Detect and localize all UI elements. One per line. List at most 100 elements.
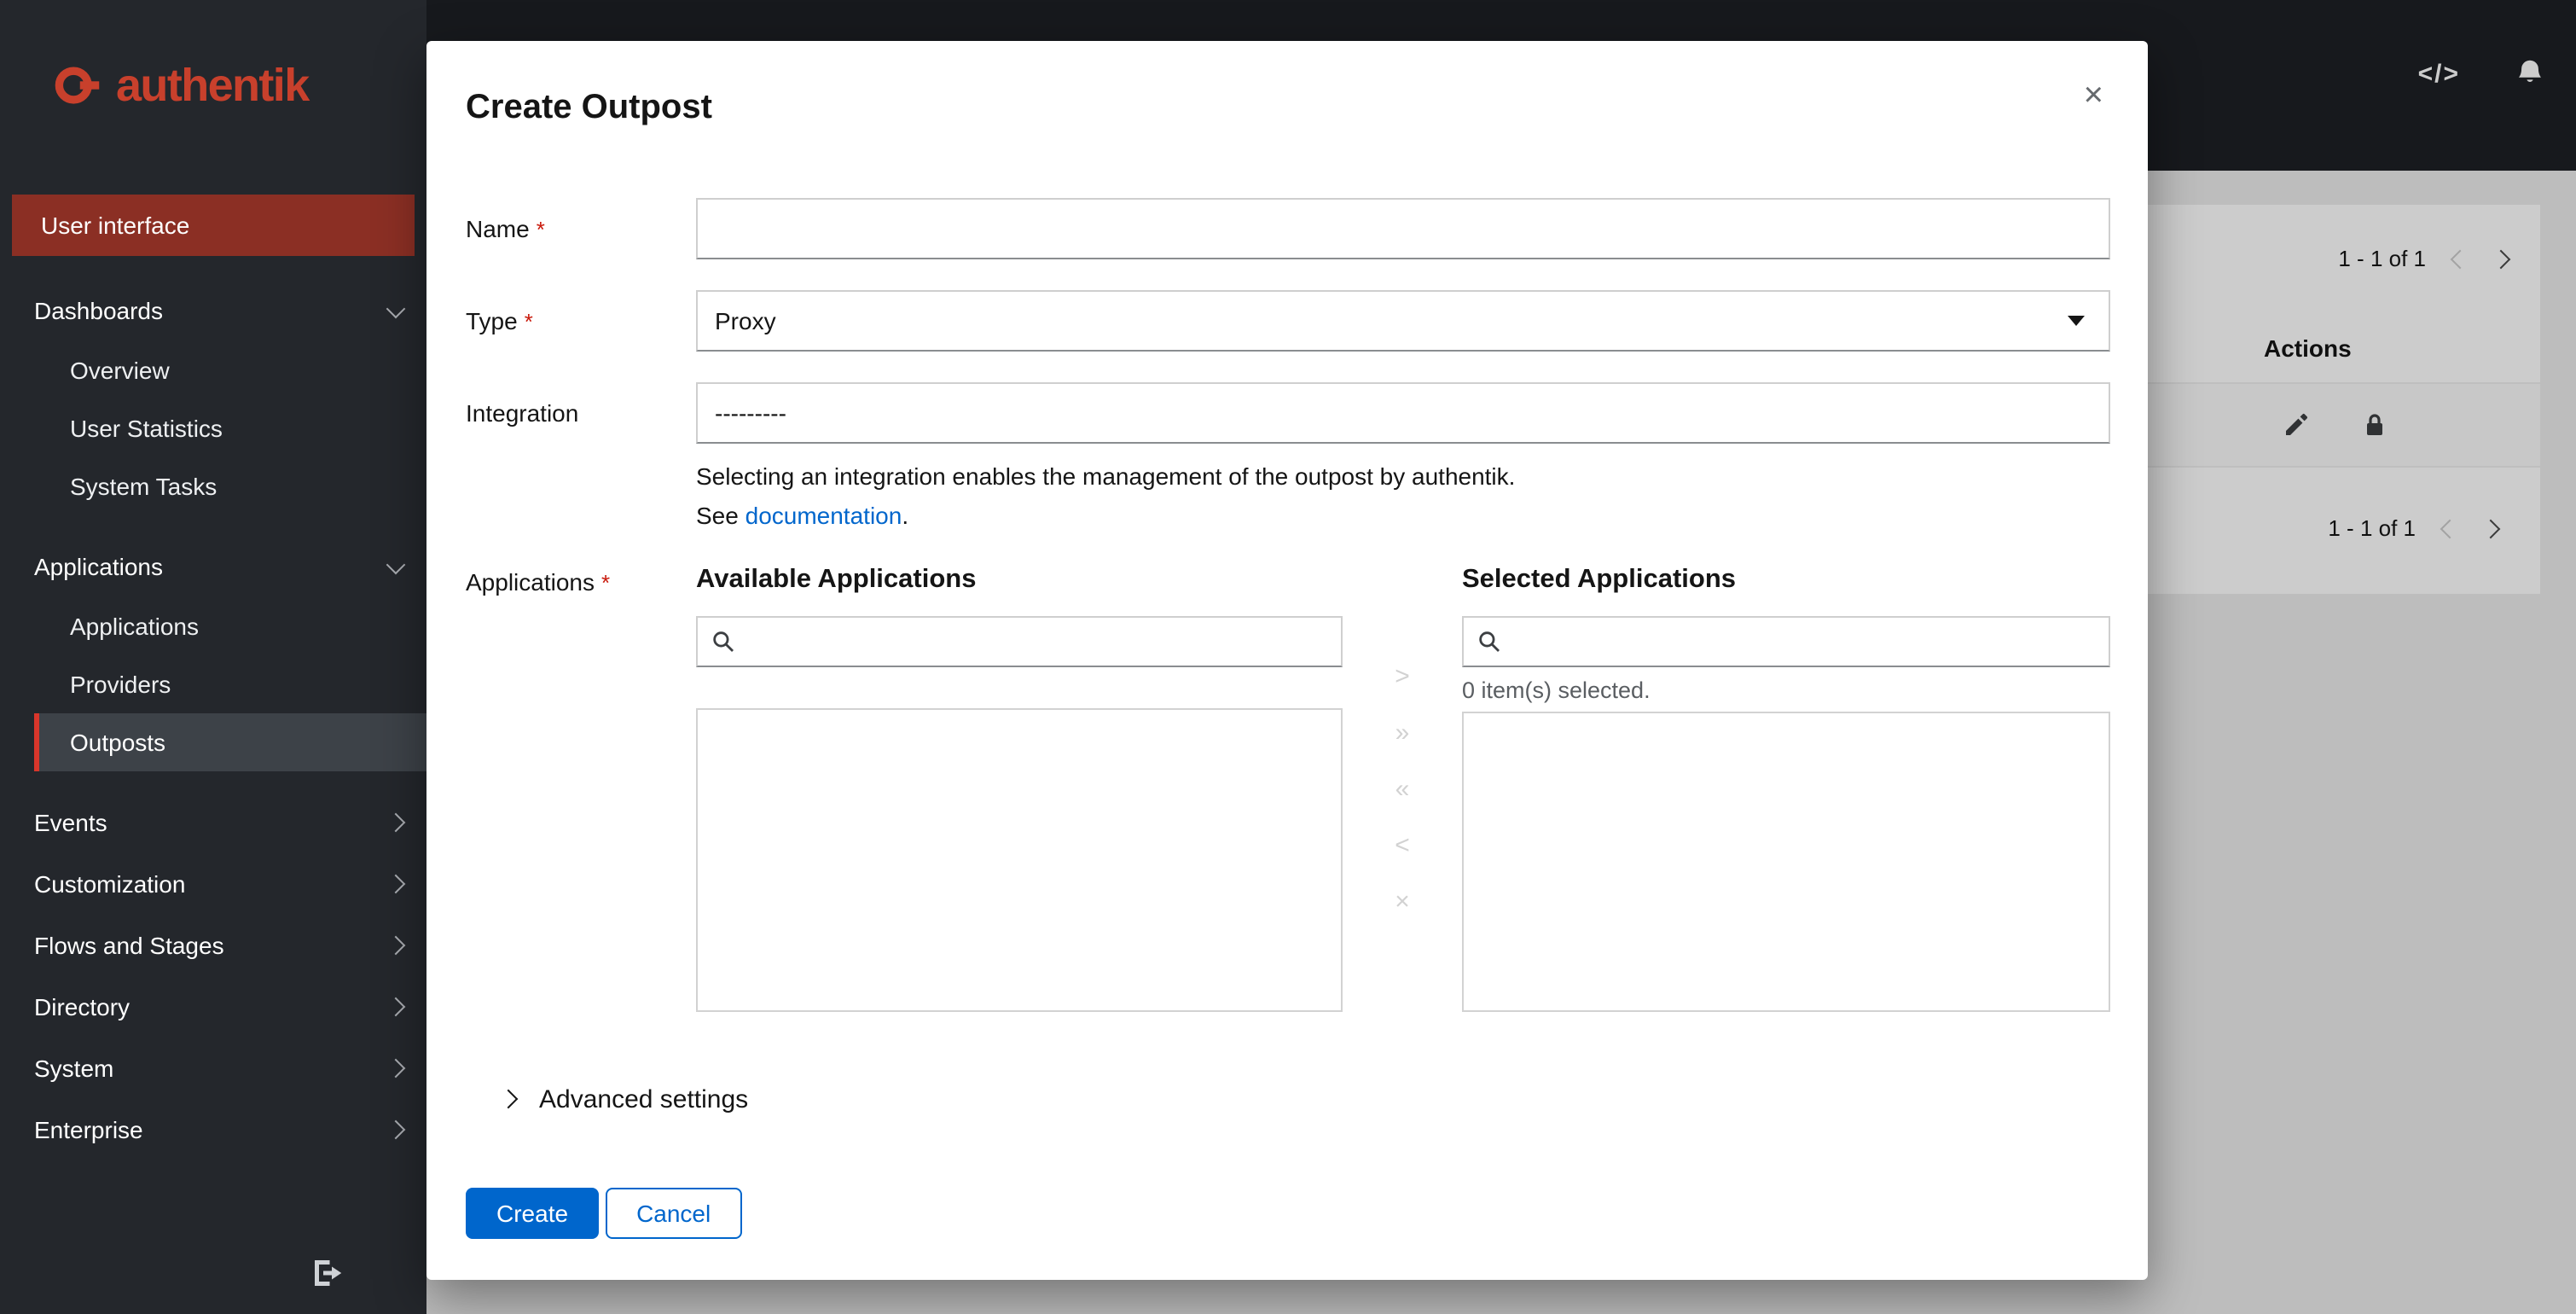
selected-search-box <box>1462 616 2110 667</box>
selected-applications-list[interactable] <box>1462 712 2110 1012</box>
selected-applications-title: Selected Applications <box>1462 565 1736 594</box>
sidebar-group-label: Events <box>34 809 107 836</box>
sidebar-group-label: Customization <box>34 870 186 898</box>
sidebar-nav: User interface Dashboards Overview User … <box>0 195 426 1160</box>
name-label-text: Name <box>466 215 530 242</box>
help-period: . <box>902 502 909 529</box>
name-control <box>696 198 2110 259</box>
create-button[interactable]: Create <box>466 1188 600 1239</box>
sidebar-item-system-tasks[interactable]: System Tasks <box>34 457 426 515</box>
sidebar-group-label: Enterprise <box>34 1116 143 1143</box>
chevron-down-icon <box>386 554 406 574</box>
create-outpost-modal: Create Outpost × Name * Type * Proxy Int… <box>426 41 2148 1280</box>
chevron-right-icon <box>386 997 406 1017</box>
remove-selected-icon[interactable]: < <box>1395 829 1410 863</box>
sidebar-group-label: Flows and Stages <box>34 932 224 959</box>
chevron-right-icon <box>498 1089 519 1109</box>
sidebar-sublist-dashboards: Overview User Statistics System Tasks <box>0 341 426 515</box>
add-all-icon[interactable]: » <box>1395 717 1410 751</box>
sidebar-group-flows-and-stages[interactable]: Flows and Stages <box>0 915 426 976</box>
chevron-down-icon <box>386 298 406 318</box>
authentik-logo[interactable]: authentik <box>0 0 426 171</box>
search-icon <box>1479 631 1500 653</box>
chevron-right-icon <box>386 935 406 956</box>
add-selected-icon[interactable]: > <box>1395 660 1410 695</box>
help-see-text: See <box>696 502 746 529</box>
type-label: Type * <box>466 290 696 352</box>
name-input[interactable] <box>696 198 2110 259</box>
sidebar-group-system[interactable]: System <box>0 1038 426 1099</box>
selected-count-label: 0 item(s) selected. <box>1462 677 1651 703</box>
selected-search-input[interactable] <box>1513 629 2095 654</box>
required-asterisk: * <box>536 217 545 242</box>
remove-all-icon[interactable]: « <box>1395 773 1410 807</box>
integration-select-value: --------- <box>715 399 786 427</box>
available-applications-pane: Available Applications <box>696 565 1343 1012</box>
transfer-controls: > » « < × <box>1343 565 1462 1012</box>
chevron-down-icon <box>2068 316 2085 326</box>
integration-field-row: Integration --------- Selecting an integ… <box>466 382 2110 534</box>
integration-label-text: Integration <box>466 399 579 427</box>
dual-list-selector: Available Applications > » « < × Selecte… <box>696 565 2110 1012</box>
modal-footer: Create Cancel <box>426 1118 2148 1280</box>
applications-label: Applications * <box>466 565 696 1012</box>
sidebar-group-label: Dashboards <box>34 297 163 324</box>
sidebar-item-user-interface[interactable]: User interface <box>12 195 415 256</box>
chevron-right-icon <box>386 1119 406 1140</box>
sidebar-item-applications[interactable]: Applications <box>34 597 426 655</box>
available-applications-list[interactable] <box>696 708 1343 1012</box>
required-asterisk: * <box>524 309 533 334</box>
available-search-box <box>696 616 1343 667</box>
advanced-settings-label: Advanced settings <box>539 1084 749 1113</box>
required-asterisk: * <box>601 570 611 596</box>
chevron-right-icon <box>386 874 406 894</box>
documentation-link[interactable]: documentation <box>746 502 902 529</box>
advanced-settings-toggle[interactable]: Advanced settings <box>498 1080 2110 1118</box>
integration-label: Integration <box>466 382 696 534</box>
create-outpost-form: Name * Type * Proxy Integration --------… <box>426 130 2148 1118</box>
chevron-right-icon <box>386 812 406 833</box>
sidebar-group-dashboards[interactable]: Dashboards <box>0 280 426 341</box>
applications-field-row: Applications * Available Applications > … <box>466 565 2110 1012</box>
type-label-text: Type <box>466 307 518 334</box>
integration-select[interactable]: --------- <box>696 382 2110 444</box>
name-field-row: Name * <box>466 198 2110 259</box>
available-applications-title: Available Applications <box>696 565 977 594</box>
integration-control: --------- Selecting an integration enabl… <box>696 382 2110 534</box>
screen: </> 1 - 1 of 1 Actions 1 - 1 of 1 authen… <box>0 0 2576 1314</box>
modal-title: Create Outpost <box>466 89 712 126</box>
type-select[interactable]: Proxy <box>696 290 2110 352</box>
sidebar-group-label: System <box>34 1055 114 1082</box>
sidebar-item-overview[interactable]: Overview <box>34 341 426 399</box>
sidebar-sublist-applications: Applications Providers Outposts <box>0 597 426 771</box>
sidebar-group-events[interactable]: Events <box>0 792 426 853</box>
integration-help-line2: See documentation. <box>696 497 2110 534</box>
modal-header: Create Outpost × <box>426 41 2148 130</box>
sidebar-item-providers[interactable]: Providers <box>34 655 426 713</box>
applications-label-text: Applications <box>466 568 595 596</box>
name-label: Name * <box>466 198 696 259</box>
integration-help-text: Selecting an integration enables the man… <box>696 462 1516 490</box>
selected-applications-pane: Selected Applications 0 item(s) selected… <box>1462 565 2110 1012</box>
chevron-right-icon <box>386 1058 406 1079</box>
close-icon[interactable]: × <box>2084 78 2103 113</box>
sidebar: authentik User interface Dashboards Over… <box>0 0 426 1314</box>
clear-selection-icon[interactable]: × <box>1395 886 1410 920</box>
sidebar-item-outposts[interactable]: Outposts <box>34 713 426 771</box>
sidebar-group-enterprise[interactable]: Enterprise <box>0 1099 426 1160</box>
sidebar-group-directory[interactable]: Directory <box>0 976 426 1038</box>
sidebar-item-user-statistics[interactable]: User Statistics <box>34 399 426 457</box>
available-search-input[interactable] <box>747 629 1327 654</box>
sidebar-group-label: Directory <box>34 993 131 1020</box>
cancel-button[interactable]: Cancel <box>606 1188 742 1239</box>
type-field-row: Type * Proxy <box>466 290 2110 352</box>
sidebar-group-applications[interactable]: Applications <box>0 536 426 597</box>
type-control: Proxy <box>696 290 2110 352</box>
search-icon <box>713 631 734 653</box>
sidebar-group-customization[interactable]: Customization <box>0 853 426 915</box>
authentik-wordmark: authentik <box>116 59 310 110</box>
logout-icon[interactable] <box>310 1256 345 1290</box>
type-select-value: Proxy <box>715 307 776 334</box>
sidebar-group-label: Applications <box>34 553 163 580</box>
authentik-logo-mark <box>55 67 100 104</box>
